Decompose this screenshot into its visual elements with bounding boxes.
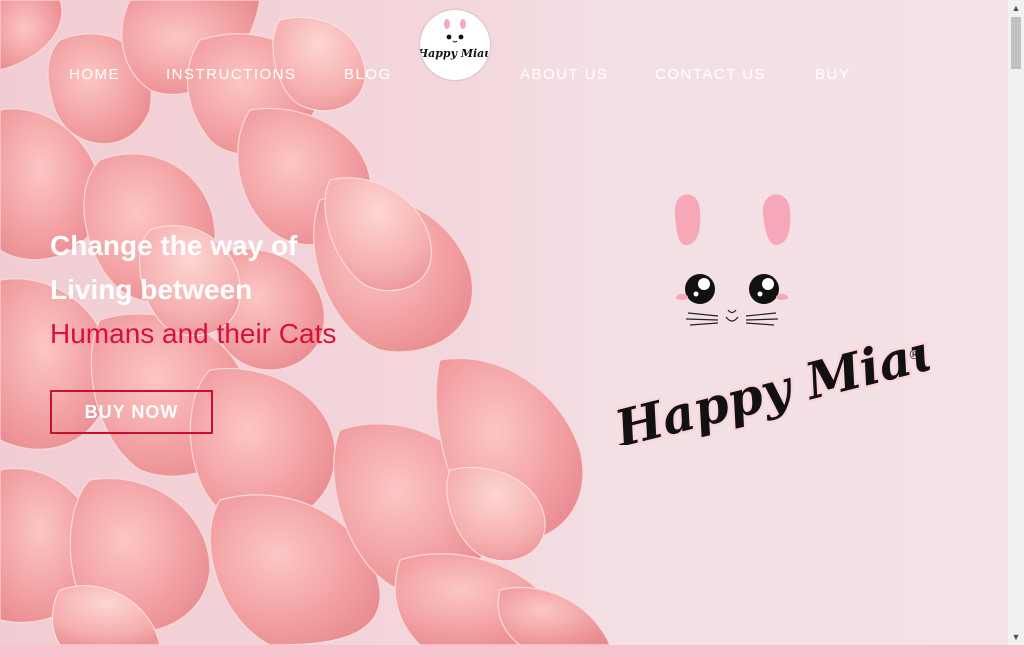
nav-contact-us[interactable]: CONTACT US bbox=[655, 67, 766, 83]
bottom-band bbox=[0, 645, 1024, 657]
brand-name: Happy Miau bbox=[607, 319, 930, 445]
nav-about-us[interactable]: ABOUT US bbox=[520, 67, 608, 83]
registered-mark: ® bbox=[908, 348, 921, 363]
nav-home[interactable]: HOME bbox=[69, 67, 120, 83]
logo-text: Happy Miau bbox=[420, 47, 490, 60]
cat-whiskers-icon bbox=[685, 309, 779, 326]
cat-ear-left-icon bbox=[674, 194, 701, 245]
nav-buy[interactable]: BUY bbox=[815, 67, 850, 83]
header-logo[interactable]: Happy Miau bbox=[420, 10, 490, 80]
cat-logo-icon: Happy Miau bbox=[420, 19, 490, 60]
buy-now-button[interactable]: BUY NOW bbox=[50, 390, 213, 434]
happy-miau-brand-logo: Happy Miau ® bbox=[605, 194, 930, 445]
scrollbar-thumb[interactable] bbox=[1011, 17, 1021, 69]
nav-blog[interactable]: BLOG bbox=[344, 67, 392, 83]
nav-instructions[interactable]: INSTRUCTIONS bbox=[166, 67, 297, 83]
cat-ear-right-icon bbox=[762, 194, 791, 245]
headline-line-2: Living between bbox=[50, 274, 253, 305]
scroll-up-icon[interactable]: ▲ bbox=[1008, 0, 1024, 16]
vertical-scrollbar[interactable]: ▲ ▼ bbox=[1007, 0, 1024, 645]
scroll-down-icon[interactable]: ▼ bbox=[1008, 629, 1024, 645]
brand-wordmark: Happy Miau bbox=[605, 317, 930, 445]
hero-headline: Change the way of Living between bbox=[50, 224, 297, 312]
headline-accent-line: Humans and their Cats bbox=[50, 318, 337, 349]
headline-line-1: Change the way of bbox=[50, 230, 298, 261]
hero-section: HOME INSTRUCTIONS BLOG ABOUT US CONTACT … bbox=[0, 0, 1007, 645]
cat-eyes-icon bbox=[676, 274, 788, 304]
